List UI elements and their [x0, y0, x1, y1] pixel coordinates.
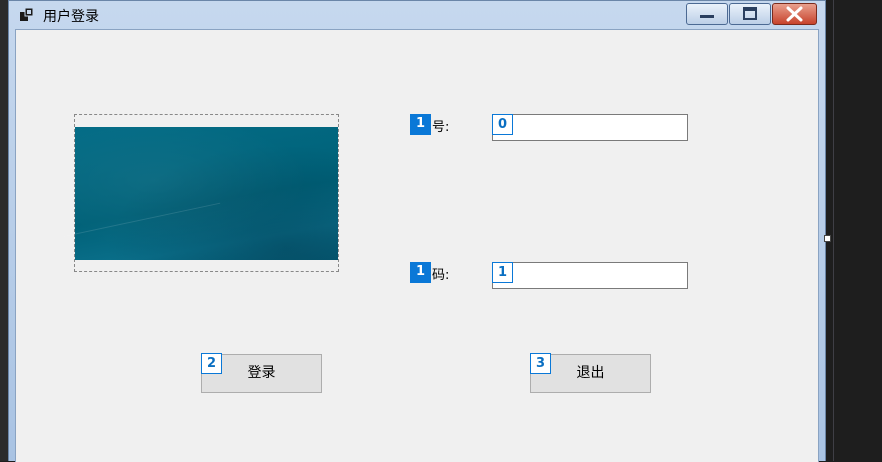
designer-right-panel: [828, 0, 882, 461]
designer-left-strip: [0, 0, 8, 461]
minimize-icon: [700, 15, 714, 18]
maximize-icon: [743, 7, 757, 20]
tab-index-badge-password-input: 1: [492, 262, 513, 283]
close-button[interactable]: [772, 3, 817, 25]
account-input[interactable]: [492, 114, 688, 141]
tab-index-badge-account-input: 0: [492, 114, 513, 135]
password-label: 码:: [432, 268, 450, 283]
minimize-button[interactable]: [686, 3, 728, 25]
window-title: 用户登录: [43, 9, 99, 25]
app-window-icon: [20, 7, 34, 21]
title-bar[interactable]: 用户登录: [9, 1, 825, 29]
form-client-area: 号: 码: 登录 退出 1 1 0 1 2 3: [15, 29, 819, 462]
picture-box: [74, 114, 339, 272]
tab-index-badge-password-label: 1: [410, 262, 431, 283]
resize-handle[interactable]: [824, 235, 831, 242]
password-input[interactable]: [492, 262, 688, 289]
login-window: 用户登录 号: 码: 登录 退出 1 1 0 1 2 3: [8, 0, 826, 462]
tab-index-badge-login-button: 2: [201, 353, 222, 374]
account-label: 号:: [432, 120, 450, 135]
designer-divider: [833, 0, 834, 461]
tab-index-badge-exit-button: 3: [530, 353, 551, 374]
close-icon: [786, 6, 803, 22]
tab-index-badge-account-label: 1: [410, 114, 431, 135]
ocean-image: [75, 127, 338, 260]
maximize-button[interactable]: [729, 3, 771, 25]
